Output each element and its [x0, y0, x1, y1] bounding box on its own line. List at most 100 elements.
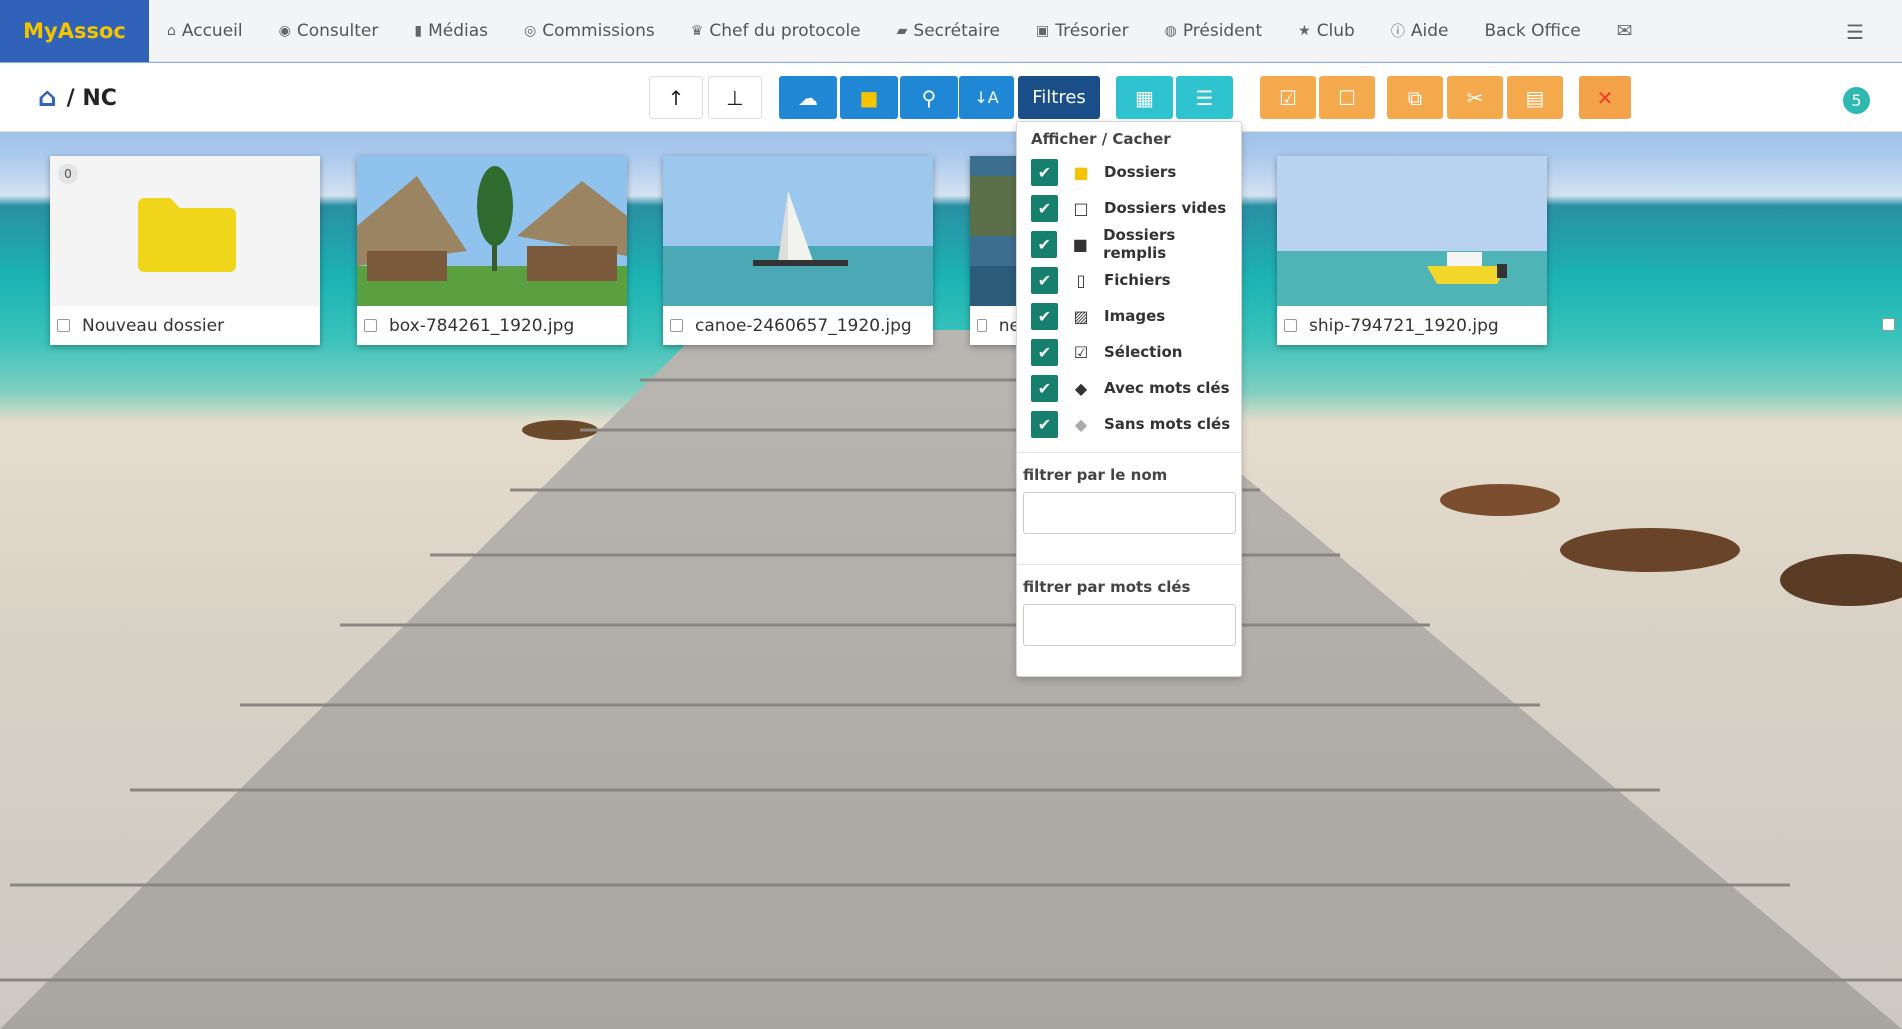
- copy-button[interactable]: ⧉: [1387, 76, 1443, 119]
- filter-option-avec-mots-cles[interactable]: ✔ ◆ Avec mots clés: [1031, 374, 1230, 402]
- file-name: ship-794721_1920.jpg: [1309, 315, 1499, 336]
- select-checkbox[interactable]: [1882, 318, 1895, 331]
- filter-option-dossiers-vides[interactable]: ✔ □ Dossiers vides: [1031, 194, 1226, 222]
- nav-item-consulter[interactable]: ◉ Consulter: [261, 0, 397, 62]
- new-folder-button[interactable]: ■: [840, 76, 898, 119]
- check-square-icon: ☑: [1279, 85, 1297, 110]
- folder-filled-icon: ■: [1072, 234, 1088, 254]
- square-icon: ☐: [1338, 85, 1356, 110]
- checkmark-icon[interactable]: ✔: [1031, 230, 1058, 258]
- filter-option-images[interactable]: ✔ ▨ Images: [1031, 302, 1165, 330]
- checkmark-icon[interactable]: ✔: [1031, 266, 1058, 294]
- image-thumbnail: [663, 156, 933, 306]
- nav-item-chef-du-protocole[interactable]: ♛ Chef du protocole: [673, 0, 879, 62]
- globe-icon: ◍: [1164, 22, 1177, 39]
- nav-label: Secrétaire: [913, 20, 1000, 41]
- paste-icon: ▤: [1525, 85, 1545, 110]
- filter-option-sans-mots-cles[interactable]: ✔ ◆ Sans mots clés: [1031, 410, 1230, 438]
- nav-label: Back Office: [1484, 20, 1581, 41]
- select-all-button[interactable]: ☑: [1260, 76, 1316, 119]
- sort-alpha-icon: ↓A: [974, 88, 999, 107]
- file-card-image[interactable]: ship-794721_1920.jpg: [1277, 156, 1547, 345]
- nav-item-aide[interactable]: ⓘ Aide: [1373, 0, 1467, 62]
- parent-folder-button[interactable]: ↑: [649, 76, 703, 119]
- scissors-icon: ✂: [1466, 85, 1484, 110]
- checkmark-icon[interactable]: ✔: [1031, 338, 1058, 366]
- file-caption: box-784261_1920.jpg: [357, 306, 627, 345]
- nav-item-commissions[interactable]: ◎ Commissions: [506, 0, 673, 62]
- name-filter-input[interactable]: [1023, 492, 1236, 534]
- tag-grey-icon: ◆: [1074, 414, 1088, 434]
- filter-option-selection[interactable]: ✔ ☑ Sélection: [1031, 338, 1182, 366]
- nav-item-accueil[interactable]: ⌂ Accueil: [149, 0, 261, 62]
- deselect-button[interactable]: ☐: [1319, 76, 1375, 119]
- file-caption: canoe-2460657_1920.jpg: [663, 306, 933, 345]
- nav-label: Trésorier: [1055, 20, 1129, 41]
- nav-item-back-office[interactable]: Back Office: [1466, 0, 1598, 62]
- file-card-folder[interactable]: 0 Nouveau dossier: [50, 156, 320, 345]
- filter-option-dossiers-remplis[interactable]: ✔ ■ Dossiers remplis: [1031, 226, 1241, 262]
- grid-icon: ▦: [1135, 85, 1154, 110]
- notification-badge[interactable]: 5: [1843, 87, 1870, 114]
- tree-view-button[interactable]: ⊥: [708, 76, 762, 119]
- nav-item-president[interactable]: ◍ Président: [1147, 0, 1281, 62]
- sitemap-icon: ⊥: [726, 85, 744, 110]
- search-button[interactable]: ⚲: [900, 76, 958, 119]
- file-caption: ne: [970, 306, 1020, 345]
- home-icon[interactable]: ⌂: [38, 83, 57, 113]
- checkmark-icon[interactable]: ✔: [1031, 194, 1058, 222]
- server-icon[interactable]: ☰: [1846, 20, 1864, 44]
- checkmark-icon[interactable]: ✔: [1031, 410, 1058, 438]
- top-navbar: MyAssoc ⌂ Accueil ◉ Consulter ▮ Médias ◎ Com…: [0, 0, 1902, 62]
- keyword-filter-input[interactable]: [1023, 604, 1236, 646]
- breadcrumb-path: / NC: [66, 85, 117, 111]
- delete-button[interactable]: ✕: [1579, 76, 1631, 119]
- file-caption: ship-794721_1920.jpg: [1277, 306, 1547, 345]
- brand-logo[interactable]: MyAssoc: [0, 0, 149, 62]
- nav-item-medias[interactable]: ▮ Médias: [396, 0, 506, 62]
- select-checkbox[interactable]: [977, 319, 987, 332]
- list-view-button[interactable]: ☰: [1176, 76, 1233, 119]
- list-icon: ☰: [1195, 85, 1214, 110]
- checkmark-icon[interactable]: ✔: [1031, 158, 1058, 186]
- folder-icon: ■: [859, 85, 879, 110]
- nav-item-club[interactable]: ★ Club: [1280, 0, 1373, 62]
- dropdown-title: Afficher / Cacher: [1031, 130, 1171, 148]
- info-icon: ⓘ: [1390, 23, 1405, 40]
- folder-yellow-icon: ■: [1073, 162, 1089, 182]
- copy-icon: ⧉: [1407, 85, 1423, 110]
- file-card-image[interactable]: canoe-2460657_1920.jpg: [663, 156, 933, 345]
- boardwalk-scene: [0, 330, 1902, 1029]
- filter-option-dossiers[interactable]: ✔ ■ Dossiers: [1031, 158, 1176, 186]
- file-name: canoe-2460657_1920.jpg: [695, 315, 912, 336]
- file-outline-icon: ▯: [1076, 270, 1086, 290]
- nav-item-mail[interactable]: ✉: [1599, 0, 1651, 62]
- grid-view-button[interactable]: ▦: [1116, 76, 1173, 119]
- upload-button[interactable]: ☁: [779, 76, 837, 119]
- sort-button[interactable]: ↓A: [959, 76, 1014, 119]
- file-name: Nouveau dossier: [82, 315, 225, 336]
- search-icon: ⚲: [921, 85, 937, 110]
- folder-thumbnail: 0: [50, 156, 320, 306]
- select-checkbox[interactable]: [670, 319, 683, 332]
- file-card-image[interactable]: box-784261_1920.jpg: [357, 156, 627, 345]
- file-icon: ▮: [414, 22, 423, 39]
- nav-label: Aide: [1410, 20, 1449, 41]
- file-card-image[interactable]: ne: [970, 156, 1020, 345]
- checkmark-icon[interactable]: ✔: [1031, 302, 1058, 330]
- filter-option-fichiers[interactable]: ✔ ▯ Fichiers: [1031, 266, 1171, 294]
- select-checkbox[interactable]: [1284, 319, 1297, 332]
- select-checkbox[interactable]: [57, 319, 70, 332]
- nav-item-tresorier[interactable]: ▣ Trésorier: [1018, 0, 1147, 62]
- filters-dropdown: Afficher / Cacher ✔ ■ Dossiers ✔ □ Dossi…: [1016, 121, 1242, 677]
- nav-label: Consulter: [296, 20, 379, 41]
- cut-button[interactable]: ✂: [1447, 76, 1503, 119]
- select-checkbox[interactable]: [364, 319, 377, 332]
- nav-label: Chef du protocole: [709, 20, 861, 41]
- nav-item-secretaire[interactable]: ▰ Secrétaire: [879, 0, 1018, 62]
- paste-button[interactable]: ▤: [1507, 76, 1563, 119]
- filters-button[interactable]: Filtres: [1018, 76, 1100, 119]
- file-name: box-784261_1920.jpg: [389, 315, 575, 336]
- eye-icon: ◉: [278, 22, 291, 39]
- checkmark-icon[interactable]: ✔: [1031, 374, 1058, 402]
